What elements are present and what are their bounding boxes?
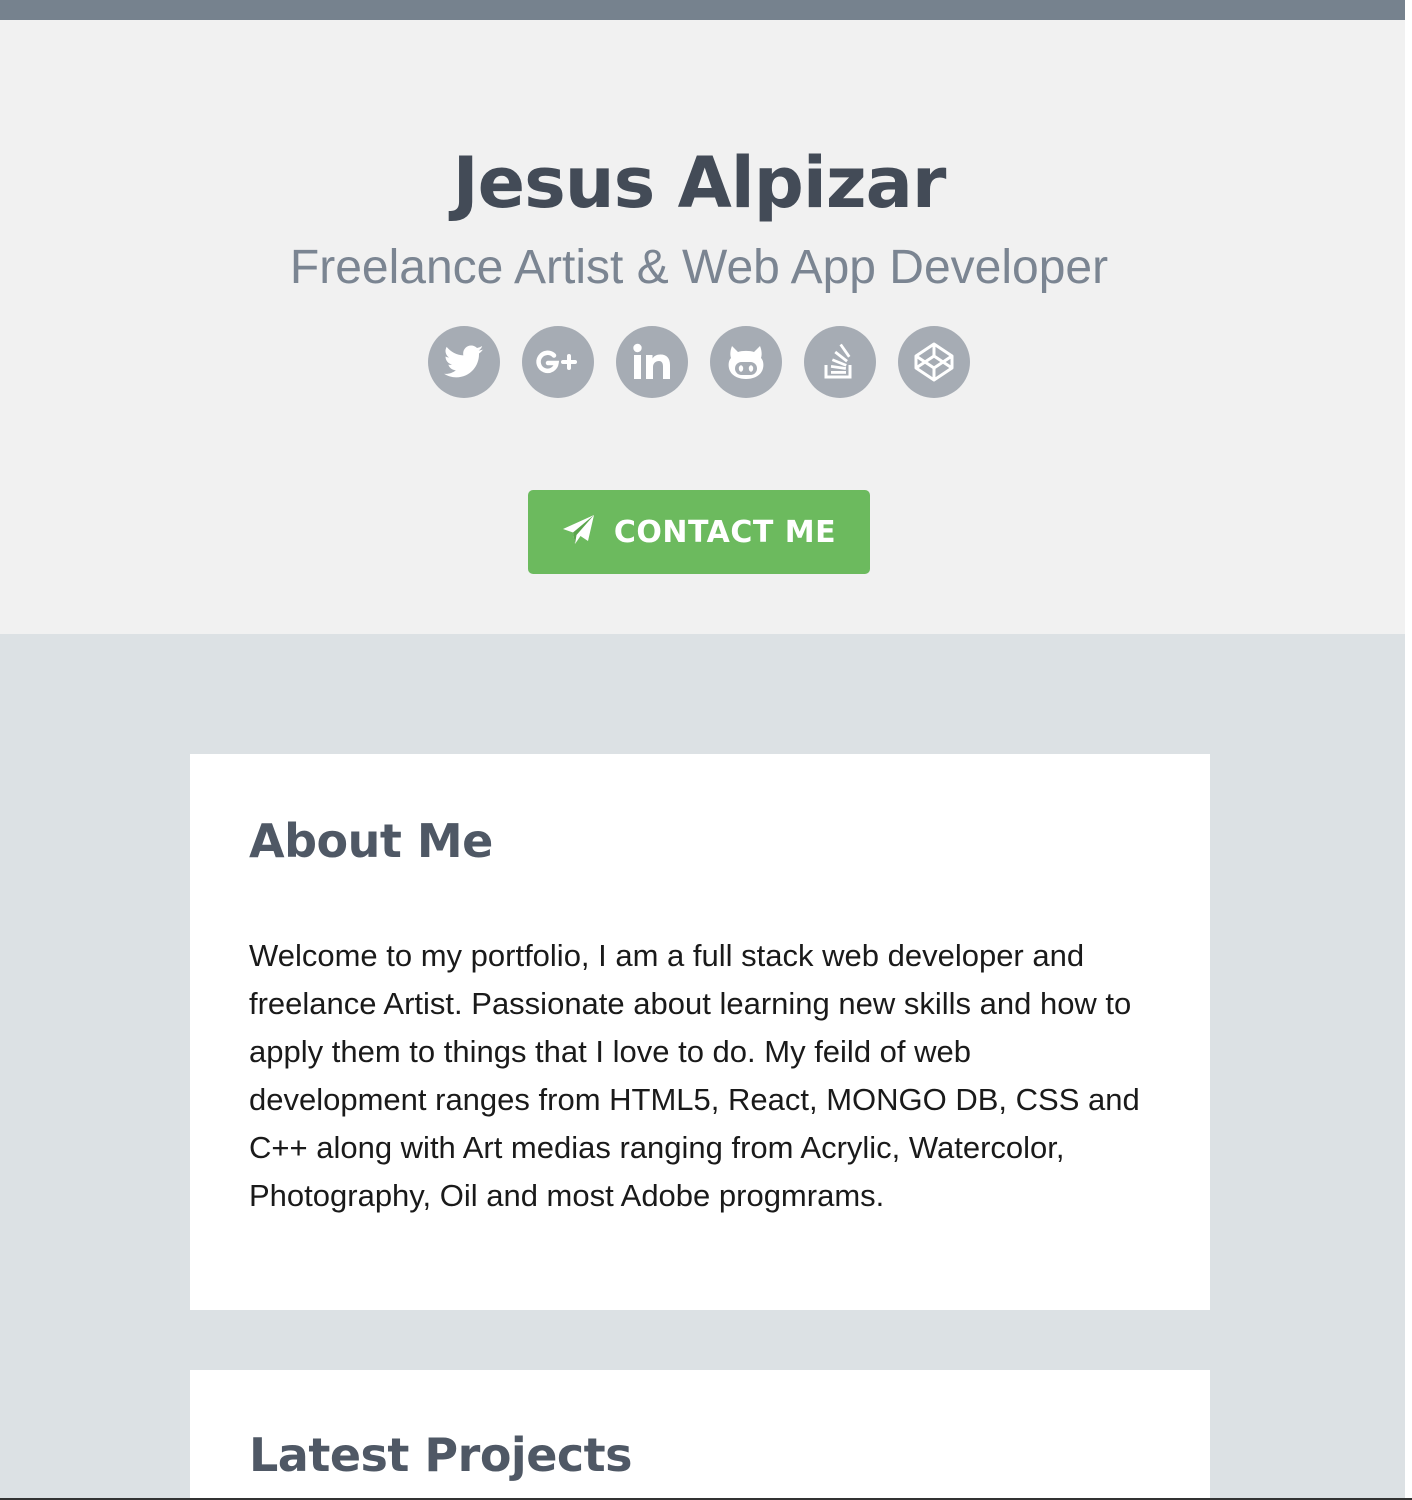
hero-section: Jesus Alpizar Freelance Artist & Web App… <box>0 20 1405 634</box>
about-text: Welcome to my portfolio, I am a full sta… <box>249 938 1140 1213</box>
github-link[interactable] <box>710 326 782 398</box>
codepen-link[interactable] <box>898 326 970 398</box>
codepen-icon <box>913 341 955 383</box>
paper-plane-icon <box>562 514 596 551</box>
top-bar <box>0 0 1405 20</box>
stack-overflow-icon <box>822 343 858 381</box>
scroll-edge <box>1405 0 1412 1500</box>
google-plus-icon <box>532 345 584 379</box>
contact-me-button[interactable]: CONTACT ME <box>528 490 870 574</box>
tagline: Freelance Artist & Web App Developer <box>289 241 1109 294</box>
projects-card: Latest Projects <box>190 1370 1210 1500</box>
github-icon <box>726 344 766 380</box>
contact-me-label: CONTACT ME <box>613 514 837 550</box>
about-card: About Me Welcome to my portfolio, I am a… <box>190 754 1210 1310</box>
google-plus-link[interactable] <box>522 326 594 398</box>
projects-title: Latest Projects <box>249 1428 633 1482</box>
twitter-icon <box>444 345 484 379</box>
page-title: Jesus Alpizar <box>452 142 947 224</box>
stack-overflow-link[interactable] <box>804 326 876 398</box>
twitter-link[interactable] <box>428 326 500 398</box>
linkedin-icon <box>632 343 672 381</box>
linkedin-link[interactable] <box>616 326 688 398</box>
about-title: About Me <box>249 814 493 868</box>
social-links <box>428 326 970 398</box>
